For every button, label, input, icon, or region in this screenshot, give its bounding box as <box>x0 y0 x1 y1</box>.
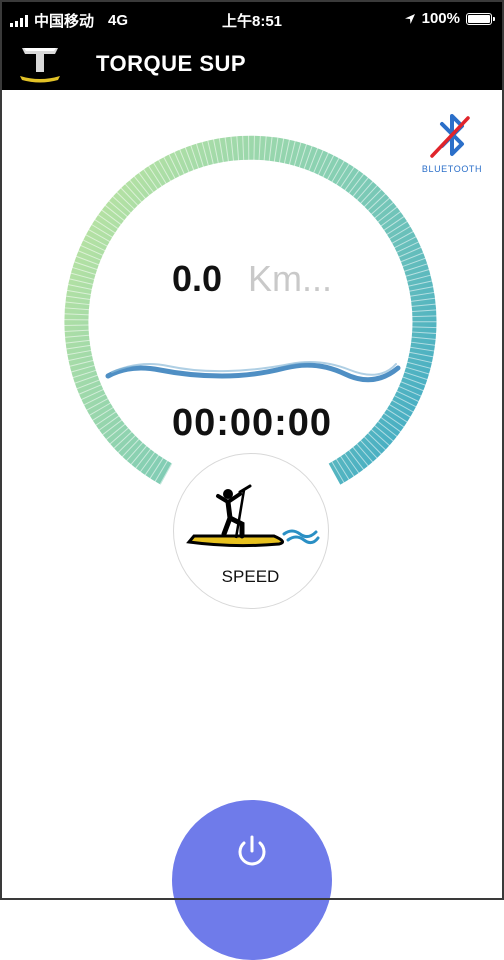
speed-unit: Km... <box>248 258 333 299</box>
speed-value: 0.0 <box>172 258 223 299</box>
power-button[interactable] <box>172 800 332 960</box>
power-icon <box>238 835 266 866</box>
ride-timer: 00:00:00 <box>171 402 333 444</box>
speed-mode-button[interactable]: SPEED <box>173 453 329 609</box>
speed-mode-label: SPEED <box>221 567 280 586</box>
paddle-board-rider-icon <box>186 484 320 548</box>
